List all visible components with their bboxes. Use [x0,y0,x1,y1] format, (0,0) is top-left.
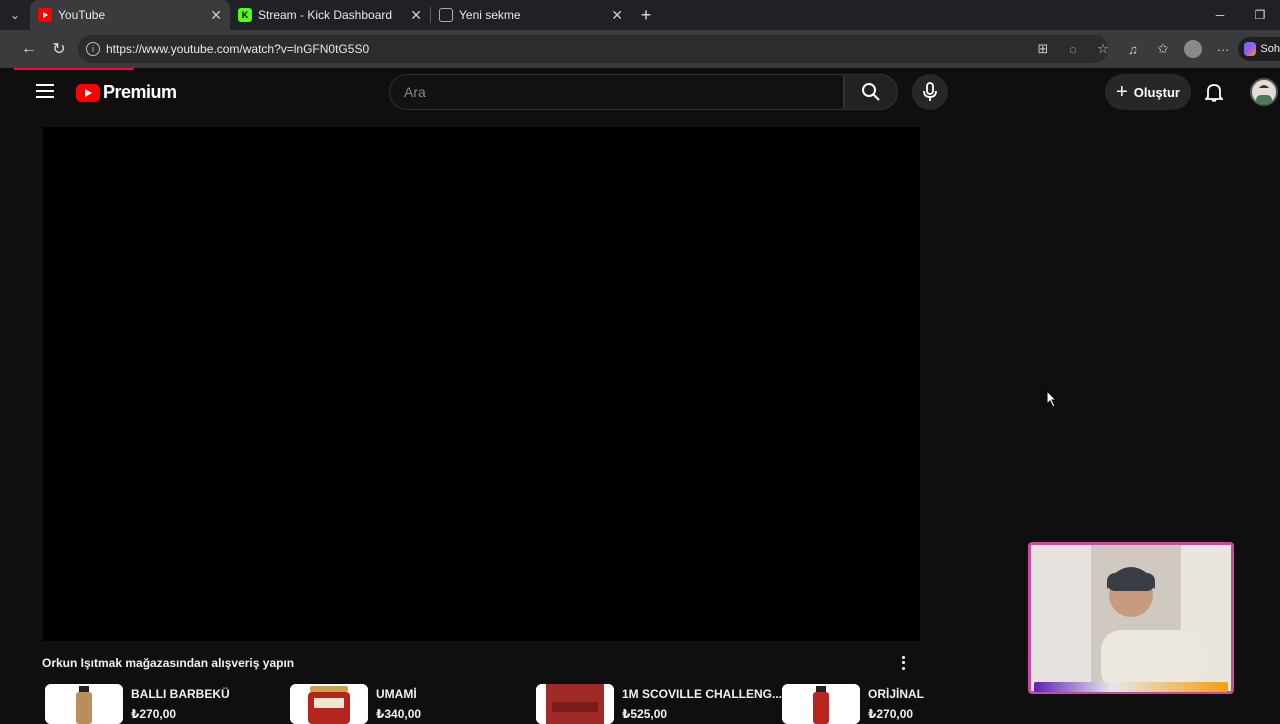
favorites-icon[interactable]: ✩ [1148,41,1178,57]
more-vert-icon[interactable] [898,655,908,671]
webcam-overlay [1028,542,1234,694]
kick-icon: K [238,8,252,22]
back-icon[interactable]: ← [14,34,44,64]
tab-youtube[interactable]: YouTube ✕ [30,0,230,30]
store-products: BALLI BARBEKÜ ₺270,00 UMAMİ ₺340,00 1M S… [45,684,925,724]
close-icon[interactable]: ✕ [210,7,222,24]
new-tab-page-icon [439,8,453,22]
product-item[interactable]: UMAMİ ₺340,00 [290,684,520,724]
product-thumbnail [290,684,368,724]
search-input[interactable]: Ara [389,74,844,110]
mouse-cursor-icon [1046,389,1058,413]
url-text: https://www.youtube.com/watch?v=lnGFN0tG… [106,42,370,56]
profile-icon[interactable] [1178,40,1208,58]
webcam-frame [1028,542,1234,694]
tab-actions-menu-icon[interactable]: ⌄ [0,0,30,30]
logo-text: Premium [103,82,177,102]
site-info-icon[interactable]: i [86,42,100,56]
product-price: ₺525,00 [622,707,668,721]
youtube-premium-logo[interactable]: Premium [76,82,177,103]
copilot-chat-label: Soh [1260,43,1280,55]
account-avatar[interactable] [1250,78,1278,106]
product-name: UMAMİ [376,687,417,701]
tab-kick-dashboard[interactable]: K Stream - Kick Dashboard ✕ [230,0,430,30]
window-controls: ─ ❐ [1200,0,1280,30]
product-name: 1M SCOVILLE CHALLENG... [622,687,783,701]
product-item[interactable]: ORİJİNAL ₺270,00 [782,684,962,724]
menu-icon[interactable] [36,84,54,98]
search-icon [862,83,880,101]
plus-icon: + [1116,81,1128,103]
search-placeholder: Ara [404,84,426,100]
browser-toolbar: ← ↻ i https://www.youtube.com/watch?v=ln… [0,30,1280,68]
app-available-icon[interactable]: ⊞ [1028,41,1058,57]
youtube-icon [38,8,52,22]
store-shelf-title: Orkun Işıtmak mağazasından alışveriş yap… [42,656,295,670]
voice-search-button[interactable] [912,74,948,110]
webcam-frame-bar [1034,682,1228,692]
tracking-prevention-icon[interactable]: ◌ [1058,42,1088,57]
favorite-star-icon[interactable]: ☆ [1088,41,1118,57]
minimize-icon[interactable]: ─ [1200,0,1240,30]
more-options-icon[interactable]: ··· [1208,42,1238,57]
product-price: ₺340,00 [376,707,422,721]
close-icon[interactable]: ✕ [410,7,422,24]
product-item[interactable]: 1M SCOVILLE CHALLENG... ₺525,00 [536,684,782,724]
toolbar-icons: ⊞ ◌ ☆ ♫ ✩ ··· Soh [1028,30,1280,68]
notifications-bell-icon[interactable] [1202,80,1226,104]
tab-title: Stream - Kick Dashboard [258,8,393,22]
restore-icon[interactable]: ❐ [1240,0,1280,30]
create-label: Oluştur [1133,84,1180,100]
youtube-header: Premium Ara + Oluştur [14,70,1280,116]
youtube-logo-icon [76,83,100,102]
microphone-icon [923,82,937,101]
search-button[interactable] [844,74,898,110]
tab-title: Yeni sekme [459,8,521,22]
create-button[interactable]: + Oluştur [1105,74,1191,110]
address-bar[interactable]: i https://www.youtube.com/watch?v=lnGFN0… [78,35,1108,63]
product-item[interactable]: BALLI BARBEKÜ ₺270,00 [45,684,275,724]
product-thumbnail [536,684,614,724]
product-price: ₺270,00 [131,707,177,721]
reload-icon[interactable]: ↻ [44,34,74,64]
product-price: ₺270,00 [868,707,914,721]
media-control-icon[interactable]: ♫ [1118,42,1148,57]
video-player[interactable] [43,127,920,641]
tab-new-tab[interactable]: Yeni sekme ✕ [431,0,631,30]
product-thumbnail [782,684,860,724]
browser-tab-bar: ⌄ YouTube ✕ K Stream - Kick Dashboard ✕ … [0,0,1280,30]
copilot-chat-button[interactable]: Soh [1238,37,1280,61]
product-name: BALLI BARBEKÜ [131,687,230,701]
product-thumbnail [45,684,123,724]
close-icon[interactable]: ✕ [611,7,623,24]
new-tab-button[interactable]: + [631,0,661,30]
product-name: ORİJİNAL [868,687,925,701]
tab-title: YouTube [58,8,106,22]
copilot-icon [1244,42,1257,56]
